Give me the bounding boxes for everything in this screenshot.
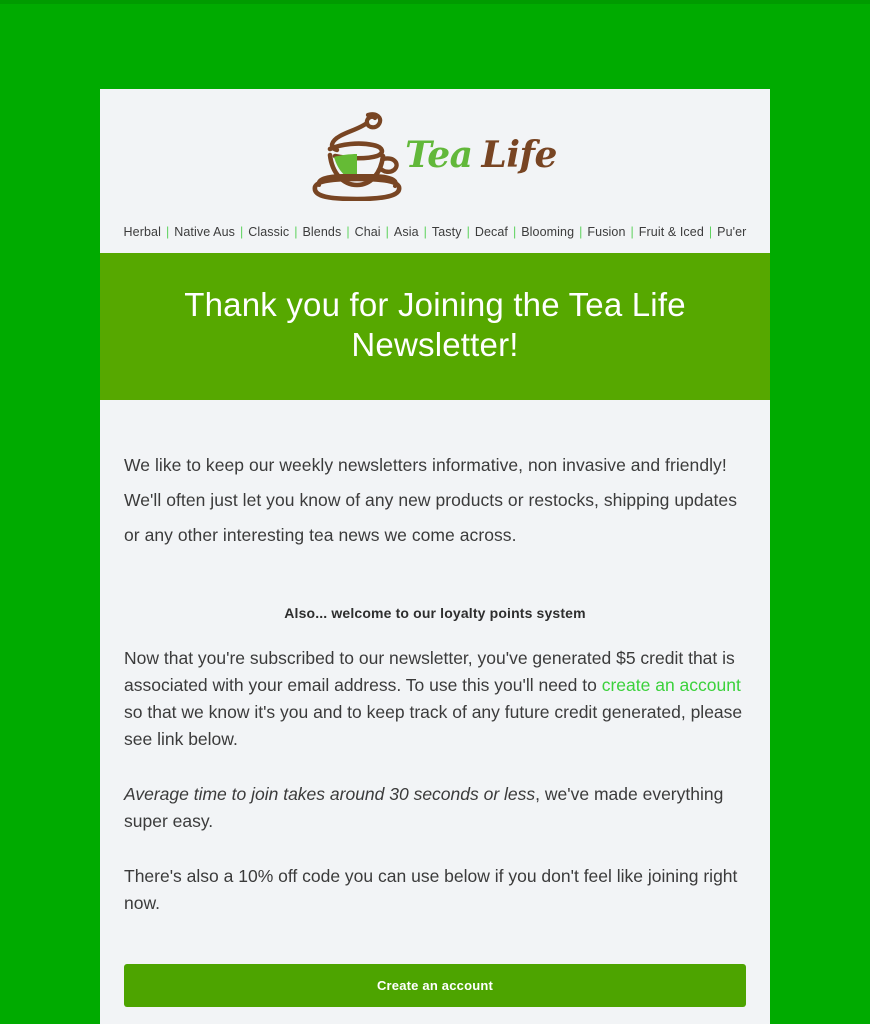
nav-item-asia[interactable]: Asia [393,225,420,239]
loyalty-paragraph: Now that you're subscribed to our newsle… [124,645,746,754]
nav-separator: | [346,225,350,239]
nav-item-decaf[interactable]: Decaf [474,225,509,239]
loyalty-text-after-link: so that we know it's you and to keep tra… [124,701,743,749]
cta-section: Create an account [100,918,770,1007]
nav-item-native-aus[interactable]: Native Aus [173,225,236,239]
tea-cup-icon [312,112,402,201]
nav-separator: | [708,225,713,239]
nav-item-herbal[interactable]: Herbal [123,225,162,239]
intro-paragraph: We like to keep our weekly newsletters i… [124,454,737,545]
banner-title: Thank you for Joining the Tea Life Newsl… [184,286,686,364]
brand-logo[interactable]: Tea Life [305,109,557,201]
loyalty-subheading: Also... welcome to our loyalty points sy… [284,604,586,621]
nav-item-puer[interactable]: Pu'er [716,225,747,239]
card-footer-spacer [100,1007,770,1024]
timing-paragraph: Average time to join takes around 30 sec… [124,781,746,835]
nav-separator: | [165,225,170,239]
create-account-link[interactable]: create an account [602,675,741,695]
email-logo-header: Tea Life [100,89,770,221]
hero-banner: Thank you for Joining the Tea Life Newsl… [100,253,770,400]
category-nav: Herbal | Native Aus | Classic | Blends |… [100,221,770,253]
logo-word-tea: Tea [405,134,473,176]
discount-paragraph: There's also a 10% off code you can use … [124,866,738,914]
nav-item-blooming[interactable]: Blooming [520,225,575,239]
email-card: Tea Life Herbal | Native Aus | Classic |… [100,89,770,1024]
nav-separator: | [385,225,389,239]
nav-separator: | [423,225,427,239]
nav-separator: | [512,225,517,239]
brand-wordmark: Tea Life [405,137,557,173]
nav-separator: | [240,225,244,239]
nav-item-blends[interactable]: Blends [301,225,342,239]
nav-item-classic[interactable]: Classic [247,225,290,239]
nav-item-fusion[interactable]: Fusion [586,225,626,239]
nav-item-tasty[interactable]: Tasty [431,225,463,239]
nav-separator: | [466,225,470,239]
nav-separator: | [294,225,298,239]
email-preview-page: Tea Life Herbal | Native Aus | Classic |… [0,0,870,1024]
nav-item-fruit-and-iced[interactable]: Fruit & Iced [638,225,705,239]
logo-word-life: Life [481,134,558,176]
nav-separator: | [579,225,583,239]
timing-emphasis: Average time to join takes around 30 sec… [124,784,536,804]
nav-separator: | [630,225,634,239]
create-account-button[interactable]: Create an account [124,963,746,1007]
nav-item-chai[interactable]: Chai [354,225,382,239]
email-body: We like to keep our weekly newsletters i… [100,400,770,918]
